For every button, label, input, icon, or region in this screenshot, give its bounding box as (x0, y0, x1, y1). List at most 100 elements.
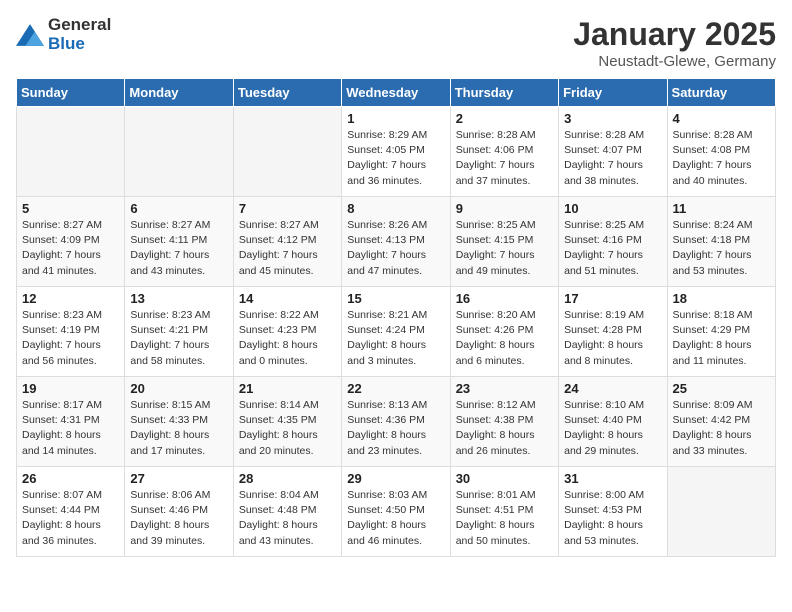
day-info: Sunrise: 8:27 AMSunset: 4:11 PMDaylight:… (130, 218, 227, 279)
day-info: Sunrise: 8:06 AMSunset: 4:46 PMDaylight:… (130, 488, 227, 549)
day-info: Sunrise: 8:24 AMSunset: 4:18 PMDaylight:… (673, 218, 770, 279)
day-info: Sunrise: 8:07 AMSunset: 4:44 PMDaylight:… (22, 488, 119, 549)
logo: General Blue (16, 16, 111, 53)
calendar-table: SundayMondayTuesdayWednesdayThursdayFrid… (16, 78, 776, 557)
day-cell: 17Sunrise: 8:19 AMSunset: 4:28 PMDayligh… (559, 287, 667, 377)
day-number: 26 (22, 471, 119, 486)
day-number: 8 (347, 201, 444, 216)
weekday-header-saturday: Saturday (667, 79, 775, 107)
day-cell: 4 Sunrise: 8:28 AMSunset: 4:08 PMDaylight… (667, 107, 775, 197)
calendar-header: SundayMondayTuesdayWednesdayThursdayFrid… (17, 79, 776, 107)
day-info: Sunrise: 8:20 AMSunset: 4:26 PMDaylight:… (456, 308, 553, 369)
weekday-header-friday: Friday (559, 79, 667, 107)
day-number: 14 (239, 291, 336, 306)
day-cell: 28 Sunrise: 8:04 AMSunset: 4:48 PMDayligh… (233, 467, 341, 557)
day-info: Sunrise: 8:28 AMSunset: 4:08 PMDaylight:… (673, 128, 770, 189)
title-area: January 2025 Neustadt-Glewe, Germany (573, 16, 776, 70)
day-cell: 5 Sunrise: 8:27 AMSunset: 4:09 PMDaylight… (17, 197, 125, 287)
day-info: Sunrise: 8:21 AMSunset: 4:24 PMDaylight:… (347, 308, 444, 369)
day-number: 4 (673, 111, 770, 126)
day-number: 10 (564, 201, 661, 216)
day-info: Sunrise: 8:14 AMSunset: 4:35 PMDaylight:… (239, 398, 336, 459)
day-info: Sunrise: 8:10 AMSunset: 4:40 PMDaylight:… (564, 398, 661, 459)
day-number: 23 (456, 381, 553, 396)
weekday-row: SundayMondayTuesdayWednesdayThursdayFrid… (17, 79, 776, 107)
day-number: 20 (130, 381, 227, 396)
day-number: 24 (564, 381, 661, 396)
day-info: Sunrise: 8:28 AMSunset: 4:06 PMDaylight:… (456, 128, 553, 189)
day-cell: 3 Sunrise: 8:28 AMSunset: 4:07 PMDaylight… (559, 107, 667, 197)
day-info: Sunrise: 8:04 AMSunset: 4:48 PMDaylight:… (239, 488, 336, 549)
day-cell: 24 Sunrise: 8:10 AMSunset: 4:40 PMDayligh… (559, 377, 667, 467)
day-info: Sunrise: 8:28 AMSunset: 4:07 PMDaylight:… (564, 128, 661, 189)
day-info: Sunrise: 8:13 AMSunset: 4:36 PMDaylight:… (347, 398, 444, 459)
day-number: 16 (456, 291, 553, 306)
day-info: Sunrise: 8:09 AMSunset: 4:42 PMDaylight:… (673, 398, 770, 459)
day-cell: 30 Sunrise: 8:01 AMSunset: 4:51 PMDayligh… (450, 467, 558, 557)
day-cell (17, 107, 125, 197)
week-row-4: 19 Sunrise: 8:17 AMSunset: 4:31 PMDayligh… (17, 377, 776, 467)
day-info: Sunrise: 8:29 AMSunset: 4:05 PMDaylight:… (347, 128, 444, 189)
day-cell (667, 467, 775, 557)
day-cell: 16 Sunrise: 8:20 AMSunset: 4:26 PMDayligh… (450, 287, 558, 377)
day-number: 27 (130, 471, 227, 486)
day-info: Sunrise: 8:03 AMSunset: 4:50 PMDaylight:… (347, 488, 444, 549)
day-info: Sunrise: 8:17 AMSunset: 4:31 PMDaylight:… (22, 398, 119, 459)
day-info: Sunrise: 8:00 AMSunset: 4:53 PMDaylight:… (564, 488, 661, 549)
weekday-header-sunday: Sunday (17, 79, 125, 107)
day-number: 9 (456, 201, 553, 216)
logo-blue: Blue (48, 35, 111, 54)
day-number: 19 (22, 381, 119, 396)
day-number: 22 (347, 381, 444, 396)
day-info: Sunrise: 8:19 AMSunset: 4:28 PMDaylight:… (564, 308, 661, 369)
day-cell (233, 107, 341, 197)
day-cell: 19 Sunrise: 8:17 AMSunset: 4:31 PMDayligh… (17, 377, 125, 467)
day-cell: 27 Sunrise: 8:06 AMSunset: 4:46 PMDayligh… (125, 467, 233, 557)
day-cell: 31 Sunrise: 8:00 AMSunset: 4:53 PMDayligh… (559, 467, 667, 557)
day-number: 29 (347, 471, 444, 486)
calendar-title: January 2025 (573, 16, 776, 53)
day-number: 30 (456, 471, 553, 486)
day-number: 15 (347, 291, 444, 306)
day-cell: 1 Sunrise: 8:29 AMSunset: 4:05 PMDaylight… (342, 107, 450, 197)
day-info: Sunrise: 8:01 AMSunset: 4:51 PMDaylight:… (456, 488, 553, 549)
weekday-header-wednesday: Wednesday (342, 79, 450, 107)
day-cell (125, 107, 233, 197)
day-number: 2 (456, 111, 553, 126)
day-info: Sunrise: 8:25 AMSunset: 4:16 PMDaylight:… (564, 218, 661, 279)
day-cell: 20 Sunrise: 8:15 AMSunset: 4:33 PMDayligh… (125, 377, 233, 467)
day-number: 1 (347, 111, 444, 126)
day-number: 18 (673, 291, 770, 306)
day-cell: 11 Sunrise: 8:24 AMSunset: 4:18 PMDayligh… (667, 197, 775, 287)
day-info: Sunrise: 8:26 AMSunset: 4:13 PMDaylight:… (347, 218, 444, 279)
weekday-header-thursday: Thursday (450, 79, 558, 107)
day-number: 5 (22, 201, 119, 216)
day-info: Sunrise: 8:22 AMSunset: 4:23 PMDaylight:… (239, 308, 336, 369)
day-number: 28 (239, 471, 336, 486)
day-info: Sunrise: 8:15 AMSunset: 4:33 PMDaylight:… (130, 398, 227, 459)
weekday-header-monday: Monday (125, 79, 233, 107)
day-info: Sunrise: 8:18 AMSunset: 4:29 PMDaylight:… (673, 308, 770, 369)
day-info: Sunrise: 8:27 AMSunset: 4:12 PMDaylight:… (239, 218, 336, 279)
day-number: 21 (239, 381, 336, 396)
calendar-body: 1 Sunrise: 8:29 AMSunset: 4:05 PMDaylight… (17, 107, 776, 557)
day-number: 3 (564, 111, 661, 126)
day-cell: 26 Sunrise: 8:07 AMSunset: 4:44 PMDayligh… (17, 467, 125, 557)
day-cell: 29 Sunrise: 8:03 AMSunset: 4:50 PMDayligh… (342, 467, 450, 557)
day-number: 11 (673, 201, 770, 216)
logo-icon (16, 24, 44, 46)
day-number: 31 (564, 471, 661, 486)
logo-general: General (48, 16, 111, 35)
week-row-1: 1 Sunrise: 8:29 AMSunset: 4:05 PMDaylight… (17, 107, 776, 197)
week-row-2: 5 Sunrise: 8:27 AMSunset: 4:09 PMDaylight… (17, 197, 776, 287)
day-cell: 9 Sunrise: 8:25 AMSunset: 4:15 PMDaylight… (450, 197, 558, 287)
day-number: 13 (130, 291, 227, 306)
day-cell: 23Sunrise: 8:12 AMSunset: 4:38 PMDayligh… (450, 377, 558, 467)
day-number: 12 (22, 291, 119, 306)
day-info: Sunrise: 8:27 AMSunset: 4:09 PMDaylight:… (22, 218, 119, 279)
day-number: 7 (239, 201, 336, 216)
day-number: 25 (673, 381, 770, 396)
day-cell: 6Sunrise: 8:27 AMSunset: 4:11 PMDaylight… (125, 197, 233, 287)
day-info: Sunrise: 8:25 AMSunset: 4:15 PMDaylight:… (456, 218, 553, 279)
calendar-subtitle: Neustadt-Glewe, Germany (573, 53, 776, 70)
